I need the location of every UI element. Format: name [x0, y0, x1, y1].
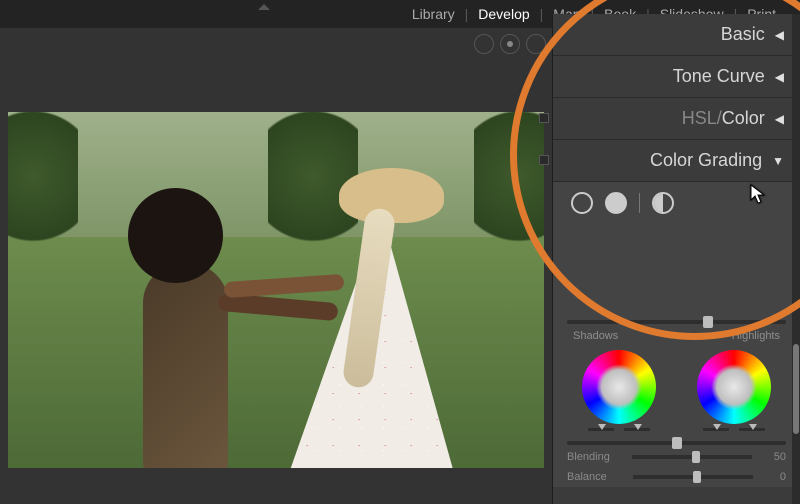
nav-library[interactable]: Library [408, 6, 459, 22]
shadows-label: Shadows [573, 330, 618, 342]
panel-scroll-thumb[interactable] [793, 344, 799, 434]
nav-separator: | [459, 6, 475, 22]
color-grading-global-slider[interactable] [553, 314, 800, 326]
highlights-label: Highlights [732, 330, 780, 342]
panel-color-grading-label: Color Grading [650, 150, 762, 171]
panel-hsl-label: HSL [682, 108, 717, 129]
photo-preview [8, 112, 544, 468]
panel-scrollbar[interactable] [792, 14, 800, 504]
mask-radial-icon[interactable] [500, 34, 520, 54]
mask-brush-icon[interactable] [526, 34, 546, 54]
blending-slider[interactable] [632, 455, 752, 459]
lightroom-app: Library | Develop | Map | Book | Slidesh… [0, 0, 800, 504]
panel-basic[interactable]: Basic ◀ [553, 14, 800, 56]
highlights-hue-ring-icon[interactable] [697, 350, 771, 424]
filmstrip-toggle-icon[interactable] [258, 4, 270, 10]
balance-row: Balance 0 [553, 467, 800, 487]
midtones-solo-icon[interactable] [652, 192, 674, 214]
disclosure-triangle-icon: ◀ [775, 70, 784, 84]
panel-toggle-switch[interactable] [539, 155, 549, 165]
tool-strip [0, 28, 552, 108]
panel-tone-curve[interactable]: Tone Curve ◀ [553, 56, 800, 98]
color-grading-body: Shadows Highlights [553, 182, 800, 487]
blending-label: Blending [567, 451, 610, 463]
color-grading-row-slider[interactable] [553, 435, 800, 447]
disclosure-triangle-icon: ▼ [772, 154, 784, 168]
balance-label: Balance [567, 471, 607, 483]
image-viewer[interactable] [8, 112, 544, 468]
color-wheels-row [553, 344, 800, 435]
color-grading-spacer [553, 224, 800, 314]
mask-ellipse-icon[interactable] [474, 34, 494, 54]
shadows-solo-icon[interactable] [605, 192, 627, 214]
panel-toggle-switch[interactable] [539, 113, 549, 123]
highlights-wheel[interactable] [690, 350, 778, 431]
balance-slider[interactable] [633, 475, 753, 479]
blending-row: Blending 50 [553, 447, 800, 467]
mask-mode-icons [474, 34, 552, 54]
wheel-section-labels: Shadows Highlights [553, 326, 800, 344]
color-grading-view-switch [553, 182, 800, 224]
shadows-wheel[interactable] [575, 350, 663, 431]
disclosure-triangle-icon: ◀ [775, 112, 784, 126]
three-way-icon[interactable] [571, 192, 593, 214]
shadows-hue-ring-icon[interactable] [582, 350, 656, 424]
highlights-sat-slider[interactable] [739, 428, 765, 431]
nav-separator: | [534, 6, 550, 22]
shadows-sat-slider[interactable] [624, 428, 650, 431]
panel-tone-curve-label: Tone Curve [673, 66, 765, 87]
disclosure-triangle-icon: ◀ [775, 28, 784, 42]
panel-hsl-color[interactable]: HSL / Color ◀ [553, 98, 800, 140]
shadows-lum-slider[interactable] [588, 428, 614, 431]
nav-develop[interactable]: Develop [474, 6, 533, 22]
panel-basic-label: Basic [721, 24, 765, 45]
view-switch-separator [639, 193, 640, 213]
panel-color-grading[interactable]: Color Grading ▼ [553, 140, 800, 182]
panel-color-label: Color [722, 108, 765, 129]
highlights-lum-slider[interactable] [703, 428, 729, 431]
blending-value[interactable]: 50 [774, 451, 786, 463]
balance-value[interactable]: 0 [780, 471, 786, 483]
develop-panels: Basic ◀ Tone Curve ◀ HSL / Color ◀ Color… [552, 14, 800, 504]
